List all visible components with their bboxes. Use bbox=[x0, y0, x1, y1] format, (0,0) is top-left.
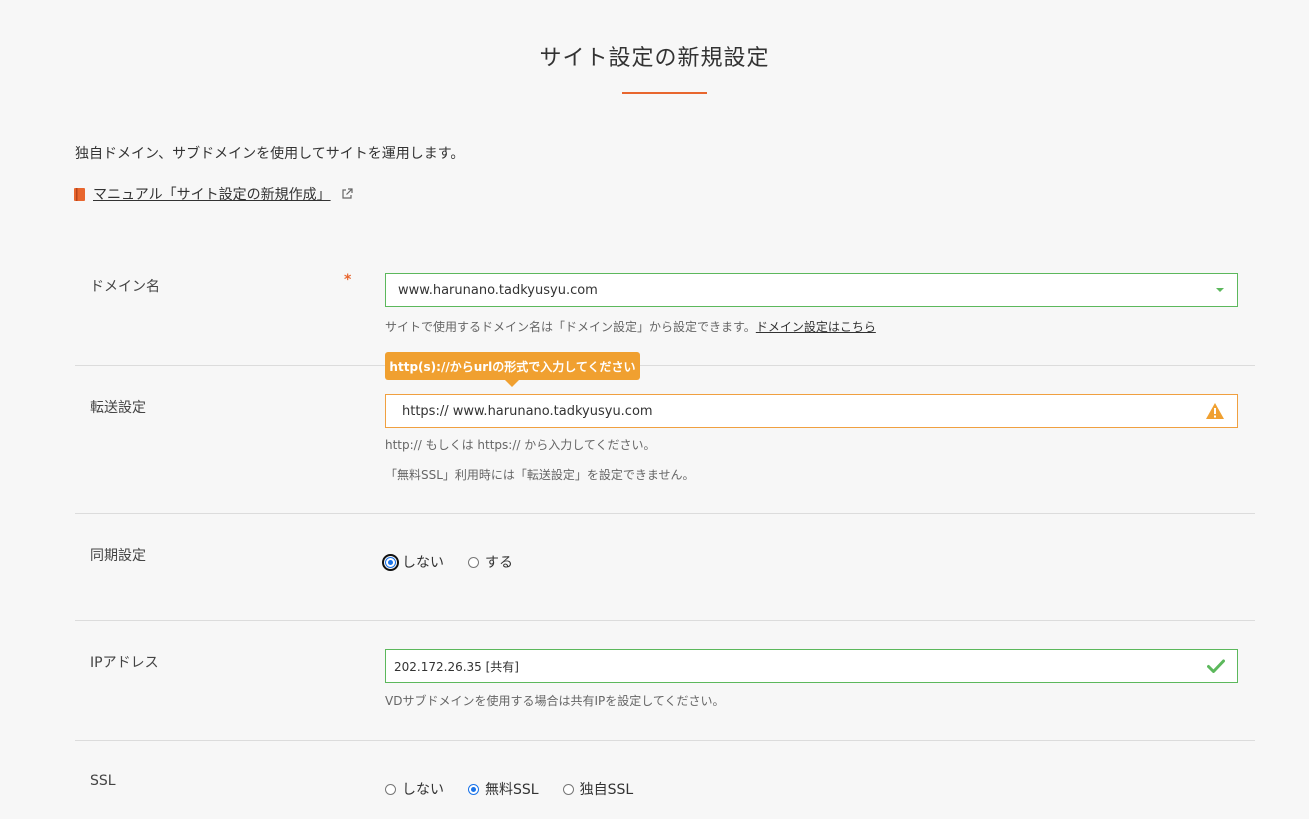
external-link-icon bbox=[341, 188, 353, 200]
manual-link[interactable]: マニュアル「サイト設定の新規作成」 bbox=[73, 184, 353, 204]
ip-help: VDサブドメインを使用する場合は共有IPを設定してください。 bbox=[385, 694, 725, 708]
intro-text: 独自ドメイン、サブドメインを使用してサイトを運用します。 bbox=[75, 146, 465, 162]
radio-button[interactable] bbox=[468, 556, 479, 568]
ssl-label: SSL bbox=[90, 773, 116, 789]
checkmark-icon bbox=[1207, 659, 1225, 673]
domain-settings-link[interactable]: ドメイン設定はこちら bbox=[756, 320, 876, 334]
warning-icon bbox=[1205, 402, 1225, 420]
radio-button[interactable] bbox=[468, 783, 479, 795]
validation-tooltip: http(s)://からurlの形式で入力してください bbox=[385, 352, 640, 380]
manual-link-label[interactable]: マニュアル「サイト設定の新規作成」 bbox=[93, 184, 331, 204]
divider bbox=[75, 620, 1255, 621]
ssl-option-free[interactable]: 無料SSL bbox=[468, 779, 539, 799]
forward-help-1: http:// もしくは https:// から入力してください。 bbox=[385, 438, 656, 452]
radio-button[interactable] bbox=[382, 553, 399, 571]
radio-label: しない bbox=[402, 782, 444, 798]
divider bbox=[75, 740, 1255, 741]
divider bbox=[75, 365, 1255, 366]
radio-button[interactable] bbox=[562, 783, 574, 795]
sync-label: 同期設定 bbox=[90, 548, 146, 564]
domain-select[interactable]: www.harunano.tadkyusyu.com bbox=[385, 273, 1238, 307]
forward-url-input[interactable]: https:// www.harunano.tadkyusyu.com bbox=[385, 394, 1238, 428]
forward-url-value: https:// www.harunano.tadkyusyu.com bbox=[402, 403, 653, 419]
title-underline bbox=[622, 92, 707, 94]
radio-button[interactable] bbox=[385, 783, 396, 795]
domain-help-text: サイトで使用するドメイン名は「ドメイン設定」から設定できます。 bbox=[385, 320, 756, 334]
required-marker: * bbox=[344, 272, 352, 288]
forward-label: 転送設定 bbox=[90, 400, 146, 416]
forward-help-2: 「無料SSL」利用時には「転送設定」を設定できません。 bbox=[385, 468, 695, 482]
ip-select-value: 202.172.26.35 [共有] bbox=[394, 659, 519, 674]
book-icon bbox=[73, 187, 87, 202]
chevron-down-icon bbox=[1215, 287, 1225, 293]
radio-label: 独自SSL bbox=[579, 782, 634, 798]
radio-label: 無料SSL bbox=[485, 782, 539, 798]
tooltip-arrow bbox=[505, 380, 519, 387]
divider bbox=[75, 513, 1255, 514]
sync-option-on[interactable]: する bbox=[468, 552, 513, 572]
radio-label: する bbox=[485, 555, 513, 571]
ip-select[interactable]: 202.172.26.35 [共有] bbox=[385, 649, 1238, 683]
ip-label: IPアドレス bbox=[90, 655, 159, 671]
ssl-option-custom[interactable]: 独自SSL bbox=[562, 779, 634, 799]
domain-select-value: www.harunano.tadkyusyu.com bbox=[398, 282, 598, 298]
sync-radio-group: しない する bbox=[382, 552, 537, 572]
page-title: サイト設定の新規設定 bbox=[539, 46, 770, 71]
ssl-radio-group: しない 無料SSL 独自SSL bbox=[385, 779, 657, 799]
domain-help: サイトで使用するドメイン名は「ドメイン設定」から設定できます。ドメイン設定はこち… bbox=[385, 318, 876, 335]
sync-option-off[interactable]: しない bbox=[382, 552, 444, 572]
domain-label: ドメイン名 bbox=[90, 279, 160, 295]
ssl-option-none[interactable]: しない bbox=[385, 779, 444, 799]
radio-label: しない bbox=[402, 555, 444, 571]
